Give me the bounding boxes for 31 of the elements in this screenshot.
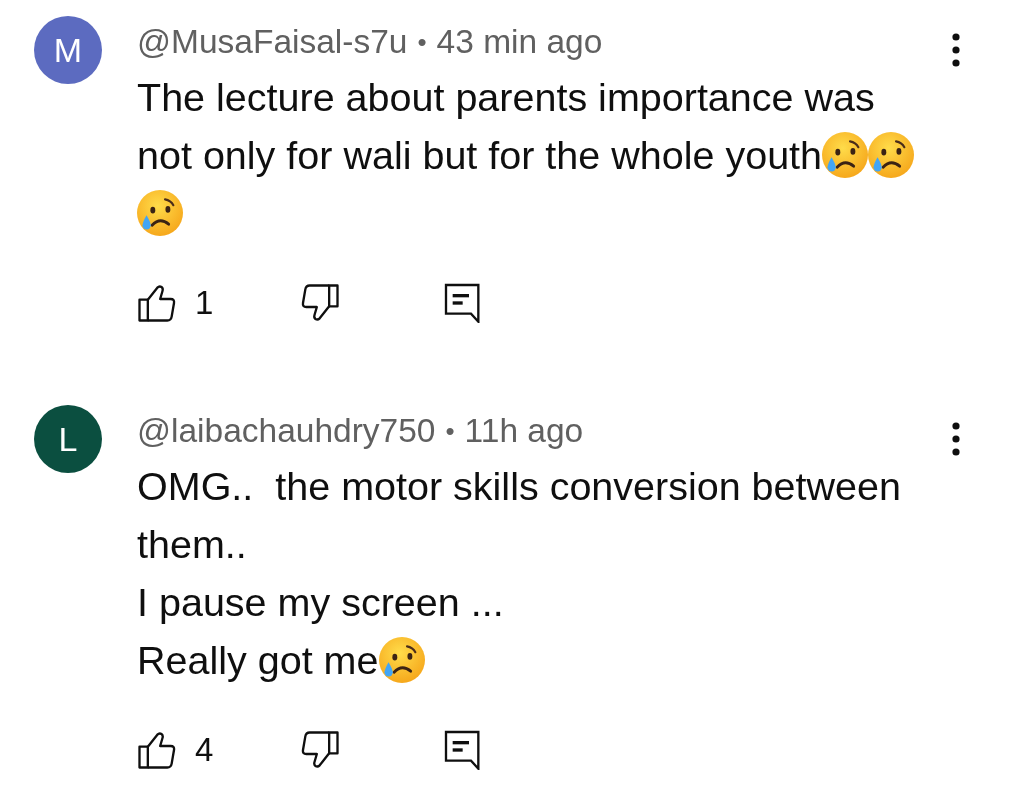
- more-vertical-icon: [952, 33, 960, 67]
- comment-text: Really got me: [137, 638, 379, 682]
- comment-time: 11h ago: [464, 412, 584, 450]
- crying-face-icon: [378, 637, 425, 683]
- dislike-button[interactable]: [300, 283, 340, 323]
- like-button[interactable]: 1: [137, 283, 214, 323]
- crying-face-icon: [822, 132, 869, 178]
- crying-face-icon: [137, 190, 183, 236]
- speech-bubble-icon: [443, 730, 483, 770]
- thumbs-down-icon: [300, 283, 340, 323]
- more-vertical-icon: [952, 422, 960, 456]
- thumbs-up-icon: [137, 730, 177, 770]
- thumbs-down-icon: [300, 730, 340, 770]
- reply-button[interactable]: [443, 730, 483, 770]
- reply-button[interactable]: [443, 283, 483, 323]
- thumbs-up-icon: [137, 283, 177, 323]
- comment-text: OMG.. the motor skills conversion between them..: [137, 464, 902, 566]
- comment-text: I pause my screen ...: [137, 580, 504, 624]
- separator-text: •: [445, 415, 455, 447]
- speech-bubble-icon: [443, 283, 483, 323]
- like-button[interactable]: 4: [137, 730, 214, 770]
- comment-text: The lecture about parents importance was: [137, 75, 875, 119]
- separator-text: •: [417, 26, 427, 58]
- crying-face-icon: [868, 132, 915, 178]
- avatar[interactable]: M: [34, 16, 102, 84]
- comment-text: not only for wali but for the whole youth: [137, 133, 823, 177]
- comment-time: 43 min ago: [436, 23, 603, 61]
- dislike-button[interactable]: [300, 730, 340, 770]
- author-handle-link[interactable]: @MusaFaisal-s7u: [137, 23, 408, 61]
- avatar[interactable]: L: [34, 405, 102, 473]
- author-handle-link[interactable]: @laibachauhdry750: [137, 412, 436, 450]
